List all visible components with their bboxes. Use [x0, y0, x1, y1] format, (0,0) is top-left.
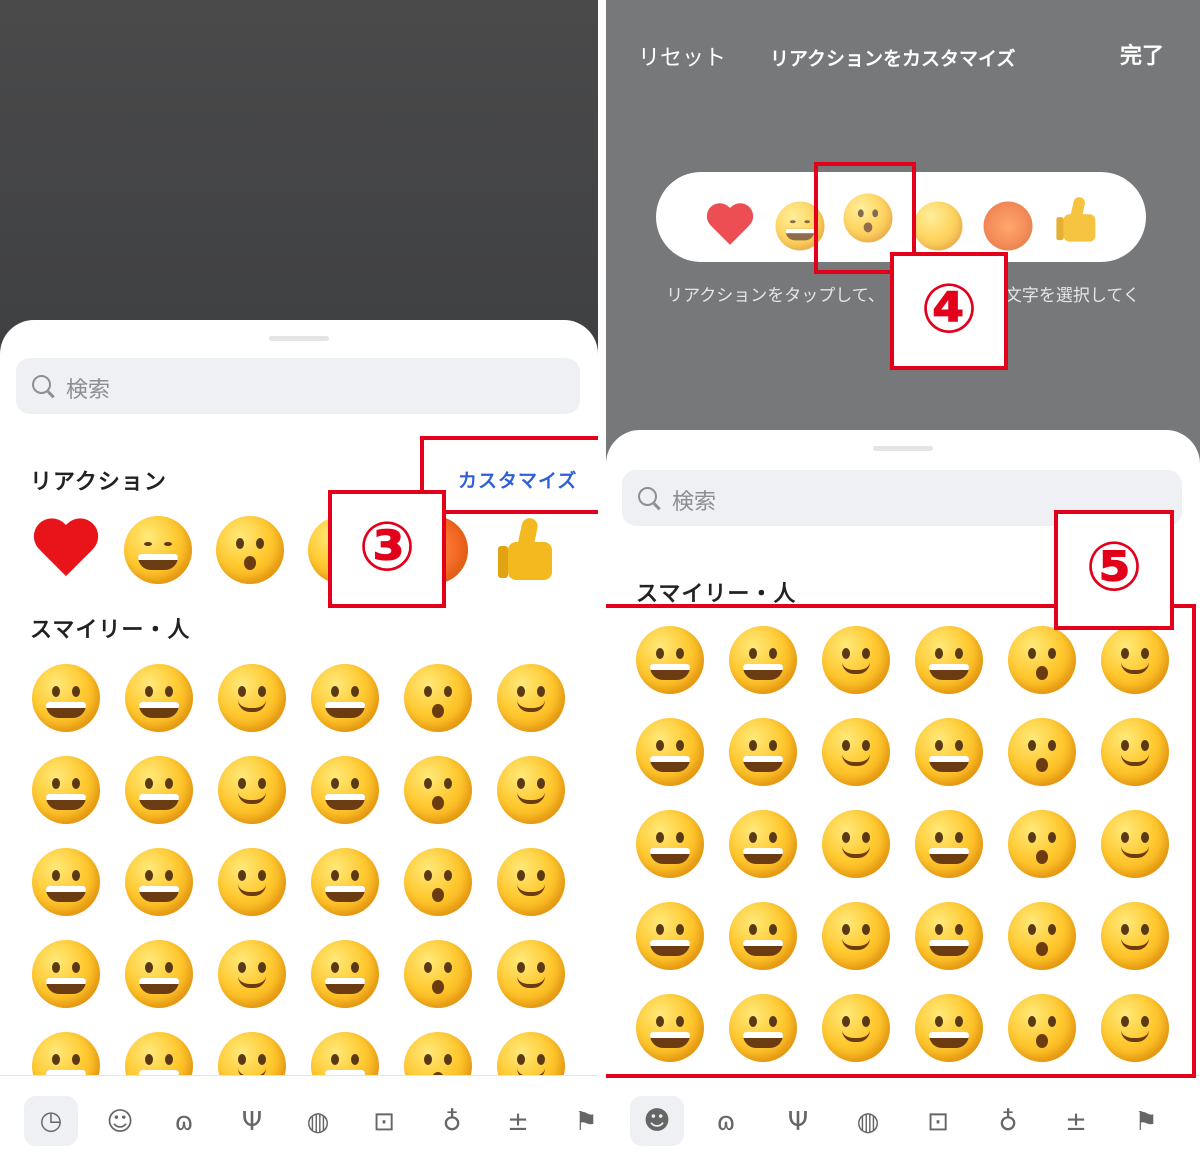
step-4-marker: ④: [890, 252, 1008, 370]
category-tab-bar: ☻ ɷ Ψ ◍ ⊡ ♁ ± ⚑: [606, 1075, 1200, 1168]
left-screenshot: 検索 リアクション カスタマイズ スマイリー・人 ◷ ☺ ɷ Ψ ◍ ⊡ ♁ ±…: [0, 0, 598, 1168]
tab-flags-icon[interactable]: ⚑: [564, 1100, 598, 1144]
tab-travel-icon[interactable]: ⊡: [916, 1100, 960, 1144]
thumbs-up-icon[interactable]: [1054, 196, 1103, 245]
reaction-section-title: リアクション: [30, 470, 167, 495]
smiley-emoji-icon[interactable]: [218, 664, 286, 732]
crying-face-icon[interactable]: [913, 201, 963, 251]
smiley-emoji-icon[interactable]: [125, 664, 193, 732]
sheet-grab-handle[interactable]: [873, 446, 933, 451]
step-3-marker: ③: [328, 490, 446, 608]
tab-food-icon[interactable]: Ψ: [776, 1100, 820, 1144]
search-placeholder: 検索: [672, 490, 717, 515]
tab-objects-icon[interactable]: ♁: [986, 1100, 1030, 1144]
smiley-emoji-icon[interactable]: [125, 940, 193, 1008]
smiley-emoji-icon[interactable]: [497, 848, 565, 916]
sheet-grab-handle[interactable]: [269, 336, 329, 341]
tab-objects-icon[interactable]: ♁: [430, 1100, 474, 1144]
smiley-emoji-icon[interactable]: [311, 940, 379, 1008]
done-button[interactable]: 完了: [1120, 38, 1164, 70]
smiley-emoji-icon[interactable]: [404, 848, 472, 916]
category-tab-bar: ◷ ☺ ɷ Ψ ◍ ⊡ ♁ ± ⚑: [0, 1075, 598, 1168]
search-icon: [638, 487, 657, 506]
smiley-emoji-icon[interactable]: [32, 664, 100, 732]
right-screenshot: リセット リアクションをカスタマイズ 完了 リアクションをタップして、 文字を選択…: [606, 0, 1200, 1168]
tab-symbols-icon[interactable]: ±: [496, 1100, 540, 1144]
smiley-emoji-icon[interactable]: [125, 756, 193, 824]
panel-divider: [598, 0, 606, 1168]
smiley-emoji-icon[interactable]: [311, 664, 379, 732]
smiley-emoji-icon[interactable]: [404, 756, 472, 824]
red-heart-icon[interactable]: [32, 516, 100, 584]
smiley-emoji-icon[interactable]: [311, 756, 379, 824]
search-input[interactable]: 検索: [16, 358, 580, 414]
smiley-emoji-icon[interactable]: [404, 940, 472, 1008]
smiley-section-title: スマイリー・人: [30, 618, 191, 643]
tab-travel-icon[interactable]: ⊡: [362, 1100, 406, 1144]
tab-flags-icon[interactable]: ⚑: [1124, 1100, 1168, 1144]
smiley-emoji-icon[interactable]: [497, 756, 565, 824]
thumbs-up-icon[interactable]: [494, 516, 562, 584]
tab-food-icon[interactable]: Ψ: [230, 1100, 274, 1144]
page-title: リアクションをカスタマイズ: [770, 48, 1016, 70]
smiley-emoji-icon[interactable]: [218, 940, 286, 1008]
face-with-open-mouth-icon[interactable]: [216, 516, 284, 584]
smiley-emoji-icon[interactable]: [218, 848, 286, 916]
tab-symbols-icon[interactable]: ±: [1054, 1100, 1098, 1144]
tab-animals-icon[interactable]: ɷ: [704, 1100, 748, 1144]
smiley-emoji-icon[interactable]: [32, 756, 100, 824]
reset-button[interactable]: リセット: [638, 40, 726, 72]
face-with-tears-of-joy-icon[interactable]: [124, 516, 192, 584]
customize-highlight: [420, 436, 598, 514]
smiley-emoji-icon[interactable]: [32, 940, 100, 1008]
search-icon: [32, 375, 51, 394]
tab-activity-icon[interactable]: ◍: [846, 1100, 890, 1144]
emoji-grid-highlight: [606, 604, 1196, 1078]
red-heart-icon[interactable]: [706, 202, 755, 251]
tab-animals-icon[interactable]: ɷ: [162, 1100, 206, 1144]
smiley-emoji-icon[interactable]: [32, 848, 100, 916]
smiley-emoji-icon[interactable]: [125, 848, 193, 916]
tab-smileys-icon[interactable]: ☻: [630, 1096, 684, 1146]
tab-activity-icon[interactable]: ◍: [296, 1100, 340, 1144]
step-5-marker: ⑤: [1054, 510, 1174, 630]
smiley-emoji-icon[interactable]: [218, 756, 286, 824]
smiley-emoji-icon[interactable]: [497, 664, 565, 732]
tab-smileys-icon[interactable]: ☺: [98, 1100, 142, 1144]
smiley-emoji-icon[interactable]: [311, 848, 379, 916]
tab-recent-icon[interactable]: ◷: [24, 1096, 78, 1146]
angry-face-icon[interactable]: [983, 201, 1033, 251]
smiley-emoji-icon[interactable]: [404, 664, 472, 732]
search-placeholder: 検索: [66, 378, 111, 403]
smiley-emoji-icon[interactable]: [497, 940, 565, 1008]
